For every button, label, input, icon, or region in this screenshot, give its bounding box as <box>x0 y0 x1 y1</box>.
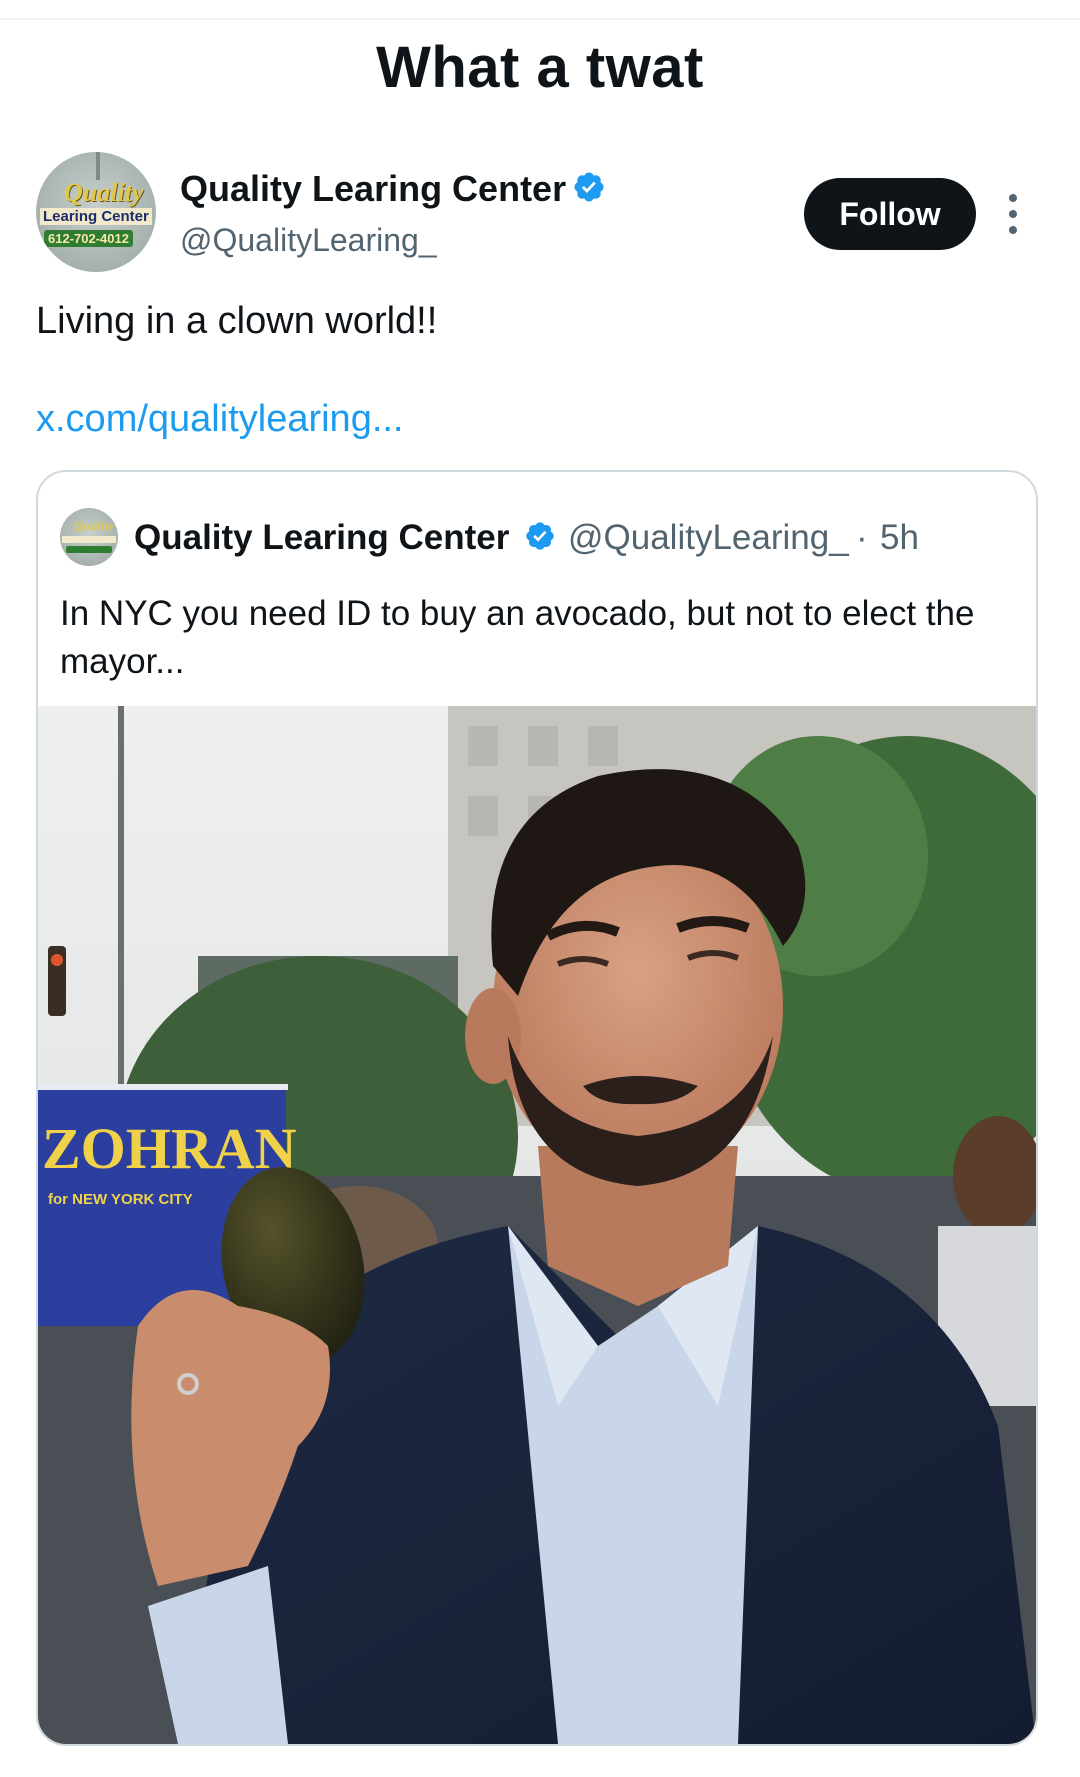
verified-badge-icon <box>526 522 554 550</box>
quote-author-avatar[interactable]: Quality <box>60 508 118 566</box>
author-avatar[interactable]: Quality Learing Center 612-702-4012 <box>36 152 156 272</box>
quote-separator: · <box>856 518 868 557</box>
more-vertical-icon[interactable] <box>998 190 1028 238</box>
tweet-text: Living in a clown world!! <box>36 300 438 342</box>
top-divider <box>0 18 1080 20</box>
avatar-logo-line1: Quality <box>64 178 144 207</box>
quote-avatar-band <box>62 536 116 543</box>
sign-subtext: for NEW YORK CITY <box>48 1191 193 1208</box>
quote-tweet-card[interactable]: Quality Quality Learing Center @QualityL… <box>36 470 1038 1746</box>
sign-text: ZOHRAN <box>42 1116 297 1181</box>
tweet-link[interactable]: x.com/qualitylearing... <box>36 398 404 441</box>
quote-media-photo[interactable]: ZOHRAN for NEW YORK CITY <box>38 706 1036 1744</box>
quote-timestamp[interactable]: 5h <box>880 518 919 558</box>
quote-avatar-band-green <box>66 546 112 553</box>
avatar-logo-line2: Learing Center <box>40 208 152 225</box>
verified-badge-icon <box>574 172 604 202</box>
meme-caption: What a twat <box>376 35 704 100</box>
avatar-logo-line3: 612-702-4012 <box>44 230 133 247</box>
author-handle[interactable]: @QualityLearing_ <box>180 222 437 259</box>
quote-text: In NYC you need ID to buy an avocado, bu… <box>60 594 975 681</box>
quote-author-name[interactable]: Quality Learing Center <box>134 518 509 558</box>
author-name[interactable]: Quality Learing Center <box>180 168 566 210</box>
quote-author-handle[interactable]: @QualityLearing_ <box>568 518 849 558</box>
avatar-pole <box>96 152 100 180</box>
quote-avatar-logo: Quality <box>74 518 114 533</box>
follow-button[interactable]: Follow <box>804 178 976 250</box>
